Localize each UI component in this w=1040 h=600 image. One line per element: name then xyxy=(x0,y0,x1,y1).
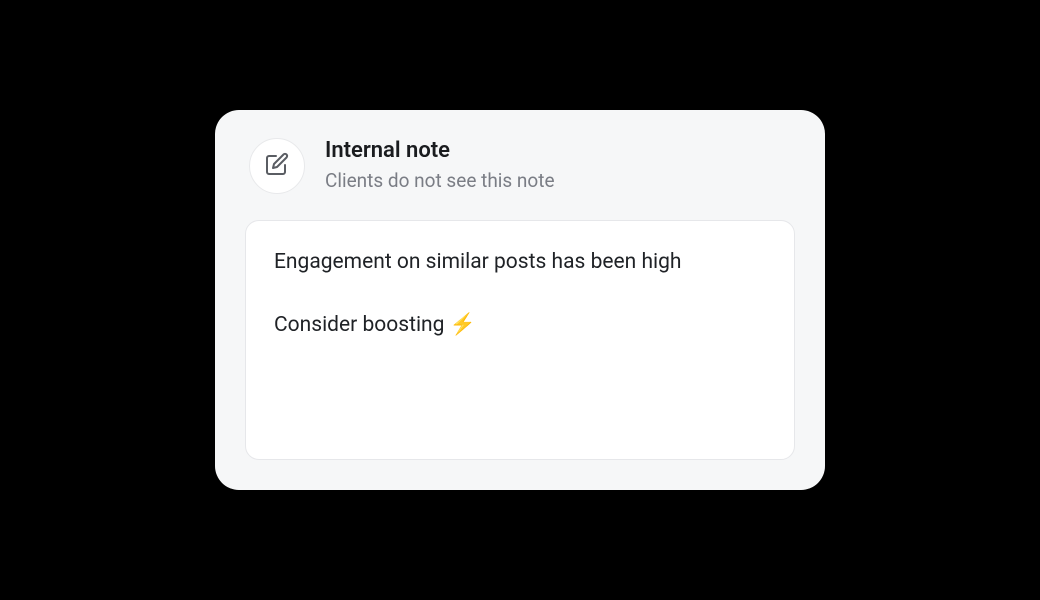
edit-icon-container xyxy=(249,138,305,194)
note-subtitle: Clients do not see this note xyxy=(325,169,555,194)
internal-note-card: Internal note Clients do not see this no… xyxy=(215,110,825,490)
note-body-input[interactable]: Engagement on similar posts has been hig… xyxy=(245,220,795,460)
card-header: Internal note Clients do not see this no… xyxy=(245,138,795,194)
edit-icon xyxy=(265,152,289,180)
note-title: Internal note xyxy=(325,138,555,164)
header-text: Internal note Clients do not see this no… xyxy=(325,138,555,193)
